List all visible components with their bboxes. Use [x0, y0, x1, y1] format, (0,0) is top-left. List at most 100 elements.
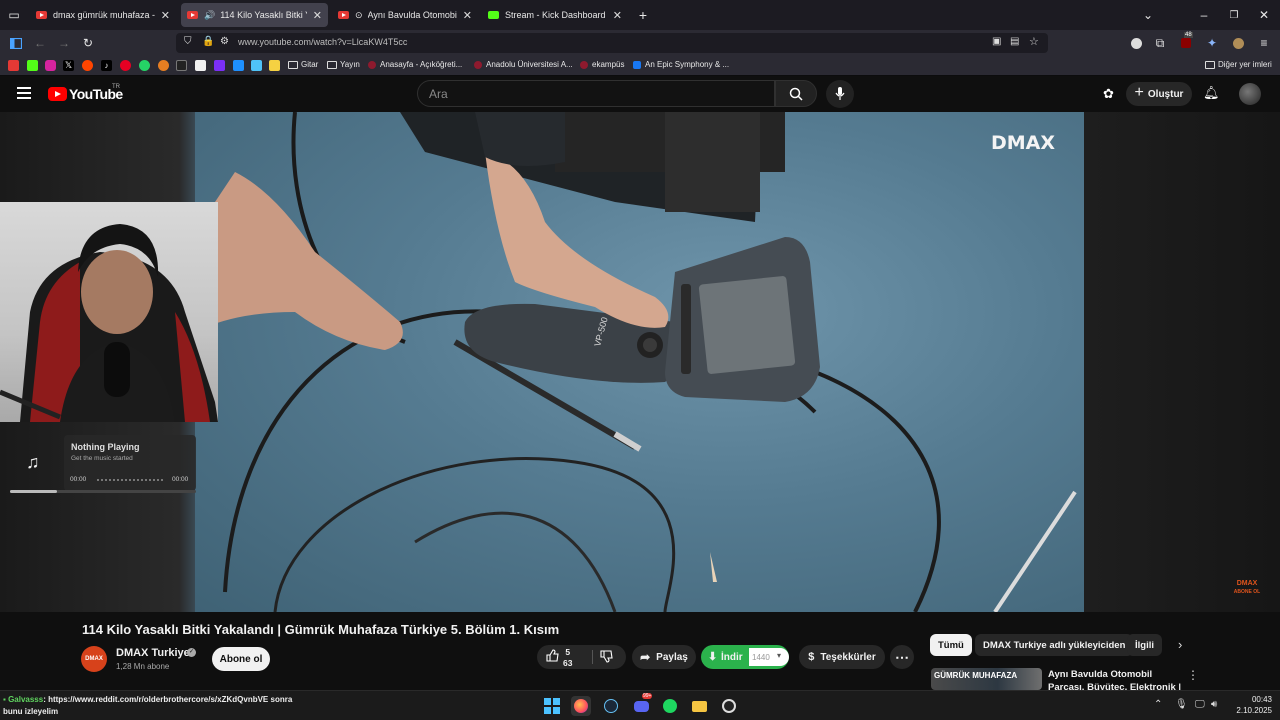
avatar[interactable]	[1239, 83, 1261, 105]
other-bookmarks[interactable]: Diğer yer imleri	[1205, 60, 1272, 69]
close-icon[interactable]: ✕	[463, 9, 472, 22]
chevron-up-icon[interactable]: ⌃	[1154, 699, 1162, 710]
shield-icon[interactable]: ⛉	[184, 36, 192, 47]
search-input[interactable]	[429, 87, 759, 101]
search-box[interactable]	[417, 80, 775, 107]
translate-icon[interactable]: ✦	[1204, 35, 1220, 51]
dislike-button[interactable]	[600, 650, 613, 666]
browser-tab-4[interactable]: Stream - Kick Dashboard ✕	[482, 3, 628, 27]
new-tab-icon[interactable]: +	[635, 7, 651, 23]
like-button[interactable]	[546, 649, 559, 665]
sidebar-toggle-icon[interactable]	[8, 35, 24, 51]
site-icon[interactable]	[251, 60, 262, 71]
chevron-right-icon[interactable]: ›	[1178, 637, 1182, 652]
obs-icon[interactable]	[719, 696, 739, 716]
windows-start-icon[interactable]	[542, 696, 562, 716]
pinterest-icon[interactable]	[120, 60, 131, 71]
tab-list-icon[interactable]: ▭	[6, 7, 22, 23]
youtube-logo-icon[interactable]	[48, 87, 67, 101]
thanks-button[interactable]: $ Teşekkürler	[799, 645, 885, 669]
speaker-icon[interactable]: 🔊	[204, 10, 215, 21]
permissions-icon[interactable]: ⚙	[220, 36, 229, 47]
picture-in-picture-icon[interactable]: ▣	[992, 36, 1001, 47]
ublock-icon[interactable]: 48	[1178, 32, 1194, 51]
site-icon[interactable]	[176, 60, 187, 71]
system-clock[interactable]: 00:43 2.10.2025	[1226, 694, 1272, 716]
channel-avatar[interactable]: DMAX	[81, 646, 107, 672]
discord-icon[interactable]: 99+	[631, 693, 653, 716]
tiktok-icon[interactable]: ♪	[101, 60, 112, 71]
chip-related[interactable]: İlgili	[1127, 634, 1162, 656]
site-icon[interactable]	[233, 60, 244, 71]
share-button[interactable]: ➦ Paylaş	[632, 645, 696, 669]
dmax-corner-logo[interactable]: DMAX ABONE OL	[1230, 580, 1264, 596]
reddit-icon[interactable]	[82, 60, 93, 71]
bookmark-ekampus[interactable]: ekampüs	[580, 60, 624, 69]
search-button[interactable]	[775, 80, 817, 107]
bookmark-folder-yayin[interactable]: Yayın	[327, 60, 360, 69]
close-icon[interactable]: ✕	[613, 9, 622, 22]
youtube-icon	[36, 11, 47, 19]
kick-icon[interactable]	[27, 60, 38, 71]
channel-name[interactable]: DMAX Turkiye	[116, 647, 190, 659]
bookmark-star-icon[interactable]: ☆	[1029, 35, 1039, 48]
download-quality-select[interactable]: 1440 ▾	[749, 648, 789, 666]
recommendation-title[interactable]: Aynı Bavulda Otomobil Parçası, Büyüteç, …	[1048, 668, 1183, 690]
microphone-tray-icon[interactable]: 🎙︎	[1175, 699, 1188, 710]
more-vertical-icon[interactable]: ⋮	[1187, 668, 1199, 682]
minimize-icon[interactable]: –	[1196, 7, 1212, 23]
tab-title: Stream - Kick Dashboard	[505, 10, 606, 20]
url-text[interactable]: www.youtube.com/watch?v=LlcaKW4T5cc	[238, 37, 407, 47]
like-count-top: 5	[565, 647, 571, 657]
close-icon[interactable]: ✕	[161, 9, 170, 22]
reader-view-icon[interactable]: ▤	[1010, 36, 1019, 47]
notifications-bell-icon[interactable]: 🔔︎	[1203, 85, 1220, 101]
back-icon[interactable]: ←	[32, 35, 48, 51]
browser-tab-3[interactable]: ⊙ Aynı Bavulda Otomobil Parçası ✕	[332, 3, 478, 27]
create-button[interactable]: + Oluştur	[1126, 82, 1192, 106]
bookmark-folder-gitar[interactable]: Gitar	[288, 60, 318, 69]
recommendation-thumbnail[interactable]: GÜMRÜK MUHAFAZA	[931, 668, 1042, 690]
address-bar[interactable]: ⛉ 🔒 ⚙ www.youtube.com/watch?v=LlcaKW4T5c…	[176, 33, 1048, 53]
microphone-icon	[835, 87, 845, 100]
voice-search-button[interactable]	[826, 80, 854, 108]
chip-channel-uploads[interactable]: DMAX Turkiye adlı yükleyiciden	[975, 634, 1134, 656]
file-explorer-icon[interactable]	[689, 696, 709, 716]
reload-icon[interactable]: ↻	[80, 35, 96, 51]
firefox-icon[interactable]	[571, 696, 591, 716]
site-icon[interactable]	[269, 60, 280, 71]
video-frame[interactable]: VP-500	[195, 112, 1084, 612]
more-actions-button[interactable]: ⋯	[890, 645, 914, 669]
profile-icon[interactable]	[1230, 35, 1246, 51]
volume-icon[interactable]: 🔊︎	[1211, 699, 1217, 710]
window-close-icon[interactable]: ✕	[1256, 7, 1272, 23]
bookmark-anadolu[interactable]: Anadolu Üniversitesi A...	[474, 60, 573, 69]
whatsapp-icon[interactable]	[139, 60, 150, 71]
chevron-down-icon[interactable]: ⌄	[1140, 7, 1156, 23]
site-icon[interactable]	[158, 60, 169, 71]
browser-tab-1[interactable]: dmax gümrük muhafaza - YouTube ✕	[30, 3, 176, 27]
youtube-icon[interactable]	[8, 60, 19, 71]
steam-icon[interactable]	[601, 696, 621, 716]
hamburger-menu-icon[interactable]	[17, 87, 31, 99]
site-icon[interactable]	[214, 60, 225, 71]
menu-icon[interactable]: ≡	[1256, 35, 1272, 51]
close-icon[interactable]: ✕	[313, 9, 322, 22]
forward-icon[interactable]: →	[56, 35, 72, 51]
spotify-icon[interactable]	[660, 696, 680, 716]
chip-all[interactable]: Tümü	[930, 634, 972, 656]
browser-tab-2[interactable]: 🔊 114 Kilo Yasaklı Bitki Yakalandı ✕	[181, 3, 328, 27]
site-icon[interactable]	[195, 60, 206, 71]
download-button[interactable]: ⬇ İndir 1440 ▾	[701, 645, 789, 669]
x-icon[interactable]: 𝕏	[63, 60, 74, 71]
puzzle-icon[interactable]: ⧉	[1152, 35, 1168, 51]
bookmark-epic-symphony[interactable]: An Epic Symphony & ...	[633, 60, 729, 69]
sparkle-gift-icon[interactable]: ✿	[1103, 86, 1114, 102]
restore-icon[interactable]: ❐	[1226, 7, 1242, 23]
extension-icon[interactable]	[1128, 35, 1144, 51]
lock-icon[interactable]: 🔒	[202, 36, 214, 47]
network-icon[interactable]: 🖵	[1195, 699, 1205, 710]
bookmark-anasayfa[interactable]: Anasayfa - Açıköğreti...	[368, 60, 462, 69]
subscribe-button[interactable]: Abone ol	[212, 647, 270, 671]
instagram-icon[interactable]	[45, 60, 56, 71]
